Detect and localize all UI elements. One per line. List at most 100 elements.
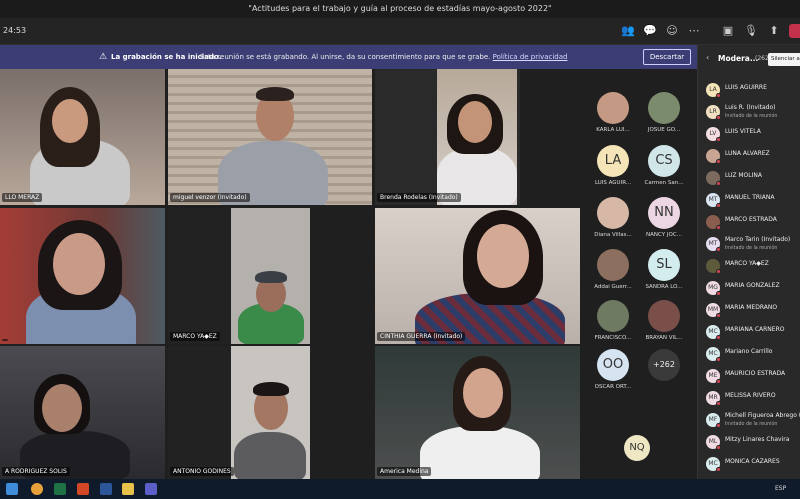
banner-message: Esta reunión se está grabando. Al unirse… [200,53,568,61]
gallery-item[interactable]: LA LUIS AGUIR... [586,142,640,194]
gallery-item[interactable]: JOSUE GO... [637,89,691,141]
avatar: MR [706,391,721,406]
participant-row[interactable]: LA LUIS AGUIRRE [698,79,800,101]
video-tile[interactable]: Brenda Rodelas (Invitado) [375,69,520,205]
privacy-policy-link[interactable]: Política de privacidad [493,53,568,61]
participant-name: MARCO YA◆EZ [725,260,769,267]
avatar: MC [706,457,721,472]
participant-row[interactable]: LUNA ALVAREZ [698,145,800,167]
video-tile[interactable]: CINTHIA GUERRA (Invitado) [375,208,580,344]
camera-off-icon[interactable]: ▣ [720,23,736,39]
participant-name: America Medina [377,467,432,476]
gallery-item[interactable]: NQ [611,432,665,484]
participant-row[interactable]: ML Mitzy Linares Chavira [698,431,800,453]
excel-icon[interactable] [54,483,66,495]
participant-subtitle: Invitado de la reunión [725,246,778,251]
gallery-item[interactable]: CS Carmen San... [637,142,691,194]
participant-name: MARIANA CARNERO [725,326,785,333]
video-tile-active-speaker[interactable]: miguel venzor (Invitado) [168,69,372,205]
more-participants-button[interactable]: +262 [637,346,691,398]
gallery-item[interactable]: FRANCISCO... [586,297,640,349]
gallery-item[interactable]: SL SANDRA LO... [637,246,691,298]
participant-row[interactable]: LR Luis R. (Invitado) Invitado de la reuni… [698,101,800,123]
mic-off-icon[interactable]: 🎙 [743,23,759,39]
gallery-name: JOSUE GO... [647,127,681,133]
warning-icon: ⚠ [99,52,108,62]
share-icon[interactable]: ⬆ [766,23,782,39]
teams-icon[interactable] [145,483,157,495]
video-tile[interactable]: LLO MERAZ [0,69,165,205]
participant-row[interactable]: MC Mariano Carrillo [698,343,800,365]
participant-name: Luis R. (Invitado) [725,104,776,111]
more-options-icon[interactable]: ⋯ [686,23,702,39]
presence-dot [716,115,721,120]
participant-name: LUIS VITELA [725,128,761,135]
participant-row[interactable]: MT MANUEL TRIANA [698,189,800,211]
participant-row[interactable]: MR MELISSA RIVERO [698,387,800,409]
language-indicator[interactable]: ESP [775,485,786,492]
participant-row[interactable]: MM MARIA MEDRANO [698,299,800,321]
avatar: ME [706,369,721,384]
presence-dot [716,247,721,252]
participant-name: MANUEL TRIANA [725,194,775,201]
mute-all-button[interactable]: Silenciar a todos [768,53,800,66]
participant-row[interactable]: MARCO ESTRADA [698,211,800,233]
gallery-item[interactable]: Diana Villas... [586,194,640,246]
reactions-icon[interactable]: ☺ [664,23,680,39]
participant-row[interactable]: ME MAURICIO ESTRADA [698,365,800,387]
participant-name: CINTHIA GUERRA (Invitado) [377,332,466,341]
avatar: MC [706,325,721,340]
gallery-name: LUIS AGUIR... [594,180,632,186]
chrome-icon[interactable] [31,483,43,495]
video-tile[interactable]: A RODRIGUEZ SOLIS [0,346,165,479]
participant-name: Mariano Carrillo [725,348,773,355]
participant-row[interactable]: LUZ MOLINA [698,167,800,189]
file-explorer-icon[interactable] [122,483,134,495]
gallery-item[interactable]: Addai Guerr... [586,246,640,298]
participant-row[interactable]: MF Michell Figueroa Abrego (Inv Invitado d… [698,409,800,431]
presence-dot [716,467,721,472]
presence-dot [716,203,721,208]
chevron-left-icon[interactable]: ‹ [706,53,709,62]
gallery-item[interactable]: BRAYAN VIL... [637,297,691,349]
leave-button[interactable] [789,24,800,38]
avatar: MT [706,237,721,252]
participant-row[interactable]: MG MARIA GONZALEZ [698,277,800,299]
participant-row[interactable]: MT Marco Tarin (Invitado) Invitado de la r… [698,233,800,255]
avatar [597,300,629,332]
video-tile[interactable]: MARCO YA◆EZ [168,208,310,344]
gallery-item[interactable]: NN NANCY JOC... [637,194,691,246]
participant-row[interactable]: LV LUIS VITELA [698,123,800,145]
chat-icon[interactable]: 💬 [642,23,658,39]
presence-dot [716,291,721,296]
avatar: MM [706,303,721,318]
meeting-timer: 24:53 [3,26,27,35]
participant-row[interactable]: MC MONICA CAZARES [698,453,800,475]
video-tile[interactable]: ANTONIO GODINES [168,346,310,479]
participant-name: LUNA ALVAREZ [725,150,770,157]
participant-row[interactable]: MC MARIANA CARNERO [698,321,800,343]
avatar [706,215,721,230]
avatar [706,171,721,186]
avatar [706,149,721,164]
presence-dot [716,159,721,164]
participant-name: ANTONIO GODINES [170,467,234,476]
participant-subtitle: Invitado de la reunión [725,422,778,427]
windows-start-icon[interactable] [6,483,18,495]
presence-dot [716,357,721,362]
participant-name [2,339,8,341]
participant-name: Mitzy Linares Chavira [725,436,790,443]
panel-header: ‹ Modera... (262) Silenciar a todos [698,45,800,73]
video-tile[interactable]: America Medina [375,346,580,479]
participant-row[interactable]: MARCO YA◆EZ [698,255,800,277]
video-tile[interactable] [0,208,165,344]
gallery-name: Addai Guerr... [594,284,632,290]
word-icon[interactable] [100,483,112,495]
participants-icon[interactable]: 👥 [620,23,636,39]
powerpoint-icon[interactable] [77,483,89,495]
presence-dot [716,401,721,406]
gallery-item[interactable]: KARLA LUI... [586,89,640,141]
participant-name: A RODRIGUEZ SOLIS [2,467,70,476]
dismiss-button[interactable]: Descartar [643,49,691,65]
gallery-item[interactable]: OO OSCAR ORT... [586,346,640,398]
